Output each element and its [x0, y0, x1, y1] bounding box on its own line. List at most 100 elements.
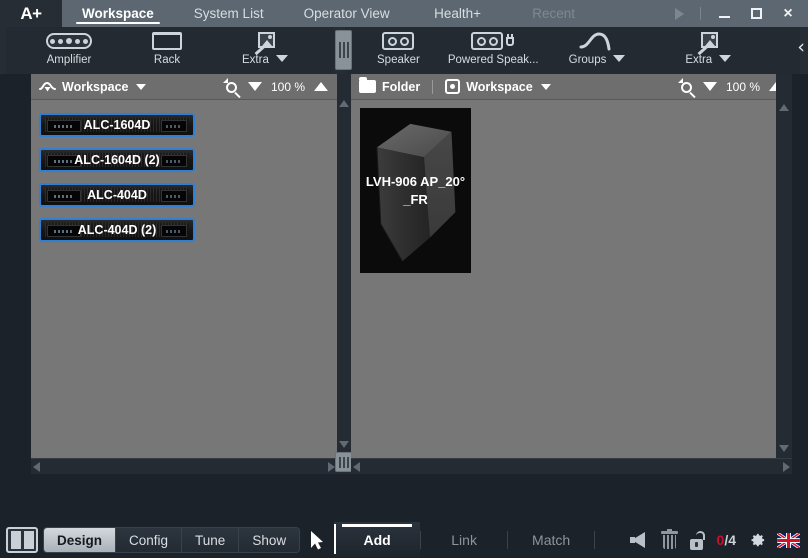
pointer-cursor-icon[interactable]: [300, 522, 334, 558]
chevron-down-icon[interactable]: [541, 84, 551, 90]
target-icon[interactable]: [445, 79, 460, 94]
zoom-out-button[interactable]: [248, 82, 262, 91]
right-panel-vertical-scrollbar[interactable]: [776, 74, 792, 458]
toolbar-amplifier-label: Amplifier: [47, 54, 92, 66]
chevron-down-icon[interactable]: [613, 55, 625, 62]
right-panel-horizontal-scrollbar[interactable]: [351, 458, 792, 474]
right-panel: Folder Workspace 100 %: [351, 74, 792, 474]
maximize-button[interactable]: [740, 0, 772, 27]
amp-display-right: [161, 120, 187, 132]
scroll-left-arrow[interactable]: [33, 462, 40, 472]
chevron-down-icon[interactable]: [276, 55, 288, 62]
toolbar-groups-label: Groups: [569, 54, 607, 66]
amplifier-label: ALC-1604D: [84, 118, 151, 132]
splitter-grip-top[interactable]: [335, 30, 352, 70]
tab-recent[interactable]: Recent: [506, 0, 602, 27]
tab-system-list[interactable]: System List: [174, 0, 284, 27]
divider: [432, 80, 433, 94]
application-window: A+ Workspace System List Operator View H…: [0, 0, 808, 558]
workspace-canvas-right[interactable]: LVH-906 AP_20° _FR: [351, 100, 776, 458]
trash-icon[interactable]: [661, 531, 678, 550]
tab-workspace[interactable]: Workspace: [62, 0, 174, 27]
segment-design[interactable]: Design: [44, 528, 116, 552]
toolbar-rack[interactable]: Rack: [152, 27, 182, 66]
toolbar-extra-left[interactable]: Extra: [242, 27, 288, 66]
selection-counter: 0/4: [717, 532, 736, 548]
toolbar-rack-label: Rack: [154, 54, 180, 66]
left-panel-horizontal-scrollbar[interactable]: [31, 458, 337, 474]
play-icon[interactable]: [665, 0, 693, 27]
speaker-mute-icon[interactable]: [630, 532, 650, 548]
chevron-down-icon[interactable]: [719, 55, 731, 62]
chevron-down-icon[interactable]: [136, 84, 146, 90]
toolbar-groups[interactable]: Groups: [569, 27, 626, 66]
uk-flag-icon[interactable]: [777, 533, 800, 548]
left-panel-title: Workspace: [62, 80, 128, 94]
minimize-button[interactable]: [708, 0, 740, 27]
zoom-out-button[interactable]: [703, 82, 717, 91]
mode-tab-bar: Add Link Match: [334, 522, 595, 558]
scroll-down-arrow[interactable]: [779, 445, 789, 452]
toolbar-powered-speaker[interactable]: Powered Speak...: [448, 27, 539, 66]
gear-icon[interactable]: [747, 531, 766, 550]
scroll-right-arrow[interactable]: [328, 462, 335, 472]
mode-tab-match-label: Match: [532, 532, 570, 548]
splitter-grip-bottom[interactable]: [335, 452, 352, 472]
list-item[interactable]: ALC-1604D (2): [39, 148, 195, 172]
zoom-in-button[interactable]: [314, 82, 328, 91]
tab-operator-view[interactable]: Operator View: [284, 0, 410, 27]
left-panel-body[interactable]: ALC-1604D ALC-1604D (2) ALC-404D: [31, 100, 337, 458]
toolbar-right-group: Speaker Powered Speak... Groups: [345, 27, 800, 74]
right-panel-header: Folder Workspace 100 %: [351, 74, 792, 100]
app-logo-text: A+: [20, 4, 41, 24]
unlock-icon[interactable]: [689, 531, 706, 550]
tab-workspace-label: Workspace: [82, 6, 154, 21]
speaker-icon: [382, 30, 414, 52]
tab-health-plus[interactable]: Health+: [410, 0, 506, 27]
segment-tune-label: Tune: [195, 533, 225, 548]
workspace-canvas-left[interactable]: ALC-1604D ALC-1604D (2) ALC-404D: [31, 100, 337, 458]
list-item[interactable]: ALC-404D (2): [39, 218, 195, 242]
scroll-up-arrow[interactable]: [339, 100, 349, 107]
segment-tune[interactable]: Tune: [182, 528, 239, 552]
segment-config[interactable]: Config: [116, 528, 182, 552]
scroll-left-arrow[interactable]: [353, 462, 360, 472]
scroll-up-arrow[interactable]: [779, 104, 789, 111]
mode-tab-add[interactable]: Add: [334, 522, 420, 558]
mode-tab-add-label: Add: [364, 532, 391, 548]
window-controls: ×: [665, 0, 808, 27]
amp-display-left: [47, 190, 81, 202]
toolbar-speaker[interactable]: Speaker: [377, 27, 420, 66]
segment-show[interactable]: Show: [239, 528, 299, 552]
zoom-fit-icon[interactable]: [678, 78, 696, 96]
app-logo[interactable]: A+: [0, 0, 62, 27]
toolbar-extra-right-label: Extra: [685, 54, 712, 66]
zoom-fit-icon[interactable]: [223, 78, 241, 96]
folder-icon[interactable]: [359, 80, 376, 93]
extra-image-icon: [698, 30, 718, 52]
tab-system-list-label: System List: [194, 6, 264, 21]
bottom-bar: Design Config Tune Show Add Link: [0, 522, 808, 558]
toolbar: Amplifier Rack Extra Sp: [0, 27, 808, 74]
toolbar-extra-right[interactable]: Extra: [685, 27, 731, 66]
scroll-right-arrow[interactable]: [783, 462, 790, 472]
scroll-down-arrow[interactable]: [339, 441, 349, 448]
mode-tab-link[interactable]: Link: [421, 522, 507, 558]
tab-operator-view-label: Operator View: [304, 6, 390, 21]
amplifier-label: ALC-404D (2): [78, 223, 157, 237]
list-item[interactable]: ALC-1604D: [39, 113, 195, 137]
panel-splitter[interactable]: [337, 74, 351, 474]
list-item[interactable]: LVH-906 AP_20° _FR: [360, 108, 471, 273]
right-panel-body[interactable]: LVH-906 AP_20° _FR: [351, 100, 776, 458]
tab-health-plus-label: Health+: [434, 6, 481, 21]
bottom-right-icons: 0/4: [630, 522, 808, 558]
right-panel-folder-label: Folder: [382, 80, 420, 94]
list-item[interactable]: ALC-404D: [39, 183, 195, 207]
collapse-toolbar-icon[interactable]: ‹: [797, 38, 805, 57]
close-button[interactable]: ×: [772, 0, 804, 27]
workflow-segmented-control: Design Config Tune Show: [43, 527, 300, 553]
split-view-icon[interactable]: [6, 527, 38, 553]
left-panel-zoom-value: 100 %: [269, 80, 307, 94]
mode-tab-match[interactable]: Match: [508, 522, 594, 558]
toolbar-amplifier[interactable]: Amplifier: [46, 27, 92, 66]
